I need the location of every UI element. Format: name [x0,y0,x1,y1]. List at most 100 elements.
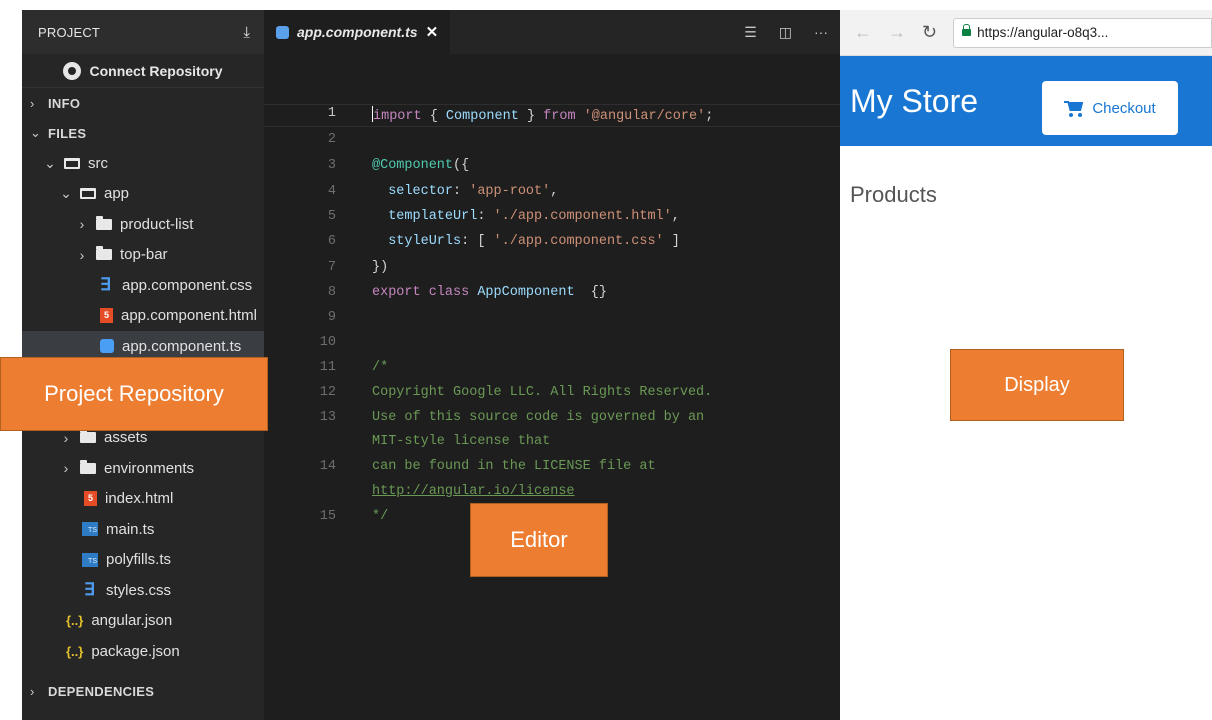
section-info[interactable]: › INFO [22,88,264,118]
tree-item-label: app.component.ts [122,337,242,355]
tree-item-label: angular.json [91,612,173,630]
browser-toolbar: ← → ↻ https://angular-o8q3... [840,10,1212,56]
code-line-12: Copyright Google LLC. All Rights Reserve… [372,385,713,400]
chevron-right-icon: › [63,460,69,477]
tree-item-label: app.component.css [122,276,253,294]
tree-item-label: product-list [120,215,194,233]
products-heading: Products [850,182,937,207]
code-line-4: selector: 'app-root', [388,184,559,199]
github-icon [63,61,82,80]
split-editor-icon[interactable]: ◫ [779,24,792,41]
connect-repository-button[interactable]: Connect Repository [22,54,264,88]
section-dependencies[interactable]: › DEPENDENCIES [22,676,264,706]
folder-icon [96,246,112,261]
tree-item-label: main.ts [106,520,155,538]
shopping-cart-icon [1064,101,1084,117]
tree-item-styles-css[interactable]: ∃ styles.css [22,575,264,606]
code-line-1: import { Component } from '@angular/core… [372,106,713,124]
line-number: 7 [327,260,336,275]
download-icon[interactable]: ⤓ [243,24,250,41]
tree-item-label: environments [104,459,195,477]
editor-actions: ☰ ◫ ··· [744,10,828,54]
chevron-down-icon: ⌄ [44,154,56,171]
angular-file-icon [100,339,114,354]
css-file-icon: ∃ [84,580,95,600]
folder-icon [96,215,112,230]
forward-icon[interactable]: → [888,22,906,43]
tree-item-product-list[interactable]: › product-list [22,209,264,240]
back-icon[interactable]: ← [854,22,872,43]
chevron-right-icon: › [30,95,35,111]
code-editor: app.component.ts ✕ ☰ ◫ ··· 1 2 3 4 5 6 7… [264,10,840,720]
url-text: https://angular-o8q3... [977,25,1109,40]
address-bar[interactable]: https://angular-o8q3... [953,17,1212,48]
line-number: 11 [319,360,336,375]
license-link[interactable]: http://angular.io/license [372,484,575,499]
preview-icon[interactable]: ☰ [744,24,757,41]
tree-item-label: assets [104,429,148,447]
line-number: 14 [319,459,336,474]
chevron-down-icon: ⌄ [60,185,72,202]
chevron-right-icon: › [79,216,85,233]
tree-item-package-json[interactable]: {..} package.json [22,636,264,667]
tree-item-polyfills-ts[interactable]: TS polyfills.ts [22,545,264,576]
tree-item-label: src [88,154,108,172]
store-title[interactable]: My Store [850,83,978,120]
tree-item-main-ts[interactable]: TS main.ts [22,514,264,545]
section-files[interactable]: ⌄ FILES [22,118,264,148]
section-info-label: INFO [48,95,81,111]
tree-item-app-component-css[interactable]: ∃ app.component.css [22,270,264,301]
tree-item-index-html[interactable]: 5 index.html [22,484,264,515]
tree-item-environments[interactable]: › environments [22,453,264,484]
css-file-icon: ∃ [100,275,111,295]
tree-item-label: index.html [105,490,174,508]
tree-item-app-component-html[interactable]: 5 app.component.html [22,301,264,332]
folder-open-icon [64,157,80,169]
sidebar-header: PROJECT ⤓ [22,10,264,54]
reload-icon[interactable]: ↻ [922,22,937,43]
line-number: 12 [319,385,336,400]
code-line-13a: Use of this source code is governed by a… [372,410,705,425]
code-line-15: */ [372,509,389,524]
json-file-icon: {..} [66,643,84,659]
html-file-icon: 5 [100,308,113,324]
tree-item-app[interactable]: ⌄ app [22,179,264,210]
line-number: 8 [327,285,336,300]
line-number: 15 [319,509,336,524]
code-line-3: @Component({ [372,158,470,173]
checkout-label: Checkout [1092,99,1156,117]
angular-icon [276,25,289,39]
tree-item-src[interactable]: ⌄ src [22,148,264,179]
callout-editor: Editor [470,503,608,577]
close-icon[interactable]: ✕ [426,23,439,41]
connect-repository-label: Connect Repository [89,62,223,79]
more-icon[interactable]: ··· [814,24,828,40]
editor-tab-bar: app.component.ts ✕ ☰ ◫ ··· [264,10,840,54]
code-line-11: /* [372,360,389,375]
tree-item-top-bar[interactable]: › top-bar [22,240,264,271]
tree-item-label: app [104,185,130,203]
line-number: 10 [319,335,336,350]
tree-item-label: top-bar [120,246,168,264]
line-number: 1 [327,106,336,121]
line-number: 3 [327,158,336,173]
code-line-8: export class AppComponent {} [372,285,607,300]
chevron-right-icon: › [63,429,69,446]
tree-item-label: app.component.html [121,307,257,325]
tab-app-component-ts[interactable]: app.component.ts ✕ [264,10,451,54]
ts-file-icon: TS [82,552,98,567]
folder-icon [80,429,96,444]
code-line-7: }) [372,260,389,275]
chevron-right-icon: › [30,683,35,699]
code-line-13b: MIT-style license that [372,434,551,449]
section-dependencies-label: DEPENDENCIES [48,683,155,699]
line-number: 13 [319,410,336,425]
tree-item-angular-json[interactable]: {..} angular.json [22,606,264,637]
callout-project-repository: Project Repository [0,357,268,431]
line-number: 4 [327,184,336,199]
checkout-button[interactable]: Checkout [1042,81,1178,135]
line-number: 2 [327,132,336,147]
lock-icon [962,24,972,36]
folder-icon [80,459,96,474]
code-line-14a: can be found in the LICENSE file at [372,459,656,474]
